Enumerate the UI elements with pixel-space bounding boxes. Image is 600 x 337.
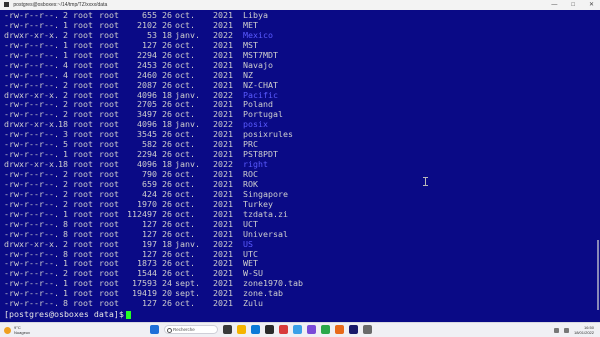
- window-titlebar[interactable]: postgres@osboxes:~/14/tmp/TZ/xxxx/data —…: [0, 0, 600, 10]
- edge-browser-icon[interactable]: [251, 325, 260, 334]
- text-cursor: [125, 310, 131, 319]
- entry-group: root: [99, 298, 119, 309]
- file-explorer-icon[interactable]: [237, 325, 246, 334]
- listing-row: -rw-r--r--. 8 root root 127 26 oct. 2021 Zulu: [4, 298, 303, 309]
- app-icon-blue[interactable]: [293, 325, 302, 334]
- shell-prompt-line[interactable]: [postgres@osboxes data]$: [4, 309, 303, 320]
- clock[interactable]: 16:50 18/01/2022: [574, 325, 594, 335]
- window-controls: — □ ✕: [551, 0, 594, 10]
- app-icon-gray[interactable]: [363, 325, 372, 334]
- weather-desc: Nuageux: [14, 330, 31, 335]
- weather-icon: [4, 326, 11, 334]
- mouse-ibeam-cursor: [423, 177, 428, 186]
- entry-month: oct.: [175, 298, 195, 309]
- entry-size: 127: [142, 298, 157, 309]
- clock-date: 18/01/2022: [573, 330, 594, 335]
- terminal-output[interactable]: -rw-r--r--. 2 root root 655 26 oct. 2021 Libya -r…: [0, 10, 600, 322]
- entry-name: Zulu: [243, 298, 263, 309]
- entry-perm: -rw-r--r--.: [4, 298, 59, 309]
- windows-start-icon[interactable]: [150, 325, 159, 334]
- window-title: postgres@osboxes:~/14/tmp/TZ/xxxx/data: [13, 2, 108, 8]
- listing: -rw-r--r--. 2 root root 655 26 oct. 2021 Libya -r…: [4, 10, 303, 320]
- terminal-taskbar-icon[interactable]: [349, 325, 358, 334]
- entry-links: 8: [63, 298, 68, 309]
- app-icon-green[interactable]: [321, 325, 330, 334]
- system-tray: 16:50 18/01/2022: [553, 325, 594, 335]
- minimize-icon[interactable]: —: [551, 0, 557, 10]
- taskbar-search[interactable]: Recherche: [164, 325, 218, 334]
- terminal-scrollbar[interactable]: [596, 10, 600, 322]
- close-icon[interactable]: ✕: [589, 0, 594, 10]
- taskbar-apps: Recherche: [150, 325, 372, 334]
- entry-owner: root: [73, 298, 93, 309]
- listing-row: -rw-r--r--. 2 root root 2087 26 oct. 2021 NZ-CHA…: [4, 80, 303, 91]
- task-view-icon[interactable]: [223, 325, 232, 334]
- taskbar: 9°C Nuageux Recherche 16:50 18/01/2022: [0, 322, 600, 337]
- app-icon-red[interactable]: [279, 325, 288, 334]
- entry-year: 2021: [213, 298, 233, 309]
- shell-prompt: [postgres@osboxes data]$: [4, 309, 124, 320]
- network-icon[interactable]: [553, 327, 559, 333]
- listing-row: drwxr-xr-x. 2 root root 197 18 janv. 2022 US: [4, 239, 303, 250]
- weather-widget[interactable]: 9°C Nuageux: [4, 325, 30, 335]
- app-icon-orange[interactable]: [335, 325, 344, 334]
- entry-day: 26: [162, 298, 172, 309]
- terminal-app-icon: [4, 2, 9, 8]
- app-icon-purple[interactable]: [307, 325, 316, 334]
- maximize-icon[interactable]: □: [571, 0, 575, 10]
- store-icon[interactable]: [265, 325, 274, 334]
- volume-icon[interactable]: [563, 327, 569, 333]
- scrollbar-thumb[interactable]: [597, 240, 599, 310]
